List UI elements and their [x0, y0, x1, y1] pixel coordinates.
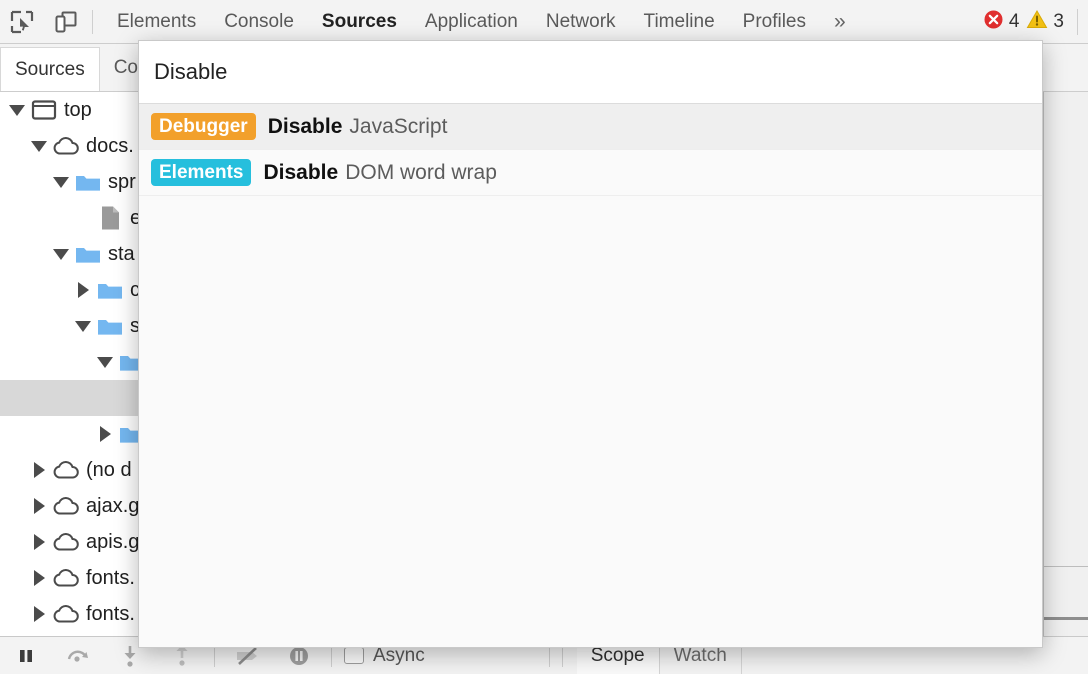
panel-tab-profiles[interactable]: Profiles — [729, 0, 820, 44]
warning-counter[interactable]: 3 — [1026, 9, 1064, 35]
tree-row-label: ajax.g — [86, 495, 139, 518]
chevron-down-icon[interactable] — [50, 177, 72, 188]
panel-tab-timeline[interactable]: Timeline — [630, 0, 729, 44]
tree-row-label: fonts. — [86, 603, 135, 626]
file-icon — [94, 205, 126, 231]
warning-count: 3 — [1053, 11, 1064, 33]
command-label-rest: DOM word wrap — [345, 161, 497, 185]
command-category-badge: Elements — [151, 159, 251, 186]
cloud-icon — [50, 135, 82, 157]
chevron-right-icon[interactable] — [94, 426, 116, 442]
tree-row-label: sta — [108, 243, 135, 266]
rail-divider-bottom — [1044, 617, 1088, 620]
async-checkbox-box — [344, 647, 364, 664]
devtools-window: Elements Console Sources Application Net… — [0, 0, 1088, 674]
cloud-icon — [50, 567, 82, 589]
cloud-icon — [50, 531, 82, 553]
right-sidebar-rail — [1043, 92, 1088, 636]
chevron-down-icon[interactable] — [6, 105, 28, 116]
chevron-right-icon[interactable] — [72, 282, 94, 298]
counters-divider — [1077, 9, 1078, 35]
command-label-rest: JavaScript — [349, 115, 447, 139]
error-icon — [983, 9, 1004, 35]
panel-tab-application[interactable]: Application — [411, 0, 532, 44]
chevron-down-icon[interactable] — [50, 249, 72, 260]
tree-row-label: fonts. — [86, 567, 135, 590]
command-palette-input-row — [139, 41, 1042, 104]
panel-tab-list: Elements Console Sources Application Net… — [103, 0, 860, 44]
error-counter[interactable]: 4 — [983, 9, 1020, 35]
chevron-down-icon[interactable] — [28, 141, 50, 152]
more-panels-button[interactable]: » — [820, 0, 860, 44]
command-label-match: Disable — [268, 115, 343, 139]
panel-tab-network[interactable]: Network — [532, 0, 630, 44]
chevron-right-icon[interactable] — [28, 606, 50, 622]
chevron-right-icon[interactable] — [28, 498, 50, 514]
subtab-sources[interactable]: Sources — [0, 47, 100, 91]
command-palette-item[interactable]: Debugger DisableJavaScript — [139, 104, 1042, 150]
step-over-button[interactable] — [52, 637, 104, 674]
command-palette-results[interactable]: DebuggerDisableJavaScriptElementsDisable… — [139, 104, 1042, 647]
folder-icon — [72, 243, 104, 265]
chevron-down-icon[interactable] — [94, 357, 116, 368]
tree-row-label: docs. — [86, 135, 134, 158]
command-palette-input[interactable] — [154, 59, 1027, 85]
chevron-right-icon[interactable] — [28, 534, 50, 550]
error-count: 4 — [1009, 11, 1020, 33]
chevron-right-icon[interactable] — [28, 462, 50, 478]
device-toolbar-icon[interactable] — [44, 1, 88, 43]
cloud-icon — [50, 603, 82, 625]
warning-icon — [1026, 9, 1048, 35]
command-label-match: Disable — [263, 161, 338, 185]
devtools-main-toolbar: Elements Console Sources Application Net… — [0, 0, 1088, 44]
frame-icon — [28, 99, 60, 121]
tree-row-label: apis.g — [86, 531, 139, 554]
inspect-element-icon[interactable] — [0, 1, 44, 43]
pause-resume-button[interactable] — [0, 637, 52, 674]
panel-tab-console[interactable]: Console — [210, 0, 308, 44]
issue-counters: 4 3 — [983, 0, 1088, 44]
cloud-icon — [50, 495, 82, 517]
rail-divider-top — [1044, 566, 1088, 567]
tree-row-label: top — [64, 99, 92, 122]
chevron-down-icon[interactable] — [72, 321, 94, 332]
folder-icon — [94, 279, 126, 301]
tree-row-label: spr — [108, 171, 136, 194]
tree-row-label: (no d — [86, 459, 132, 482]
chevron-right-icon[interactable] — [28, 570, 50, 586]
cloud-icon — [50, 459, 82, 481]
folder-icon — [72, 171, 104, 193]
command-category-badge: Debugger — [151, 113, 256, 140]
panel-tab-elements[interactable]: Elements — [103, 0, 210, 44]
toolbar-divider — [92, 10, 93, 34]
command-palette[interactable]: DebuggerDisableJavaScriptElementsDisable… — [138, 40, 1043, 648]
command-palette-item[interactable]: Elements Disable DOM word wrap — [139, 150, 1042, 196]
panel-tab-sources[interactable]: Sources — [308, 0, 411, 44]
folder-icon — [94, 315, 126, 337]
